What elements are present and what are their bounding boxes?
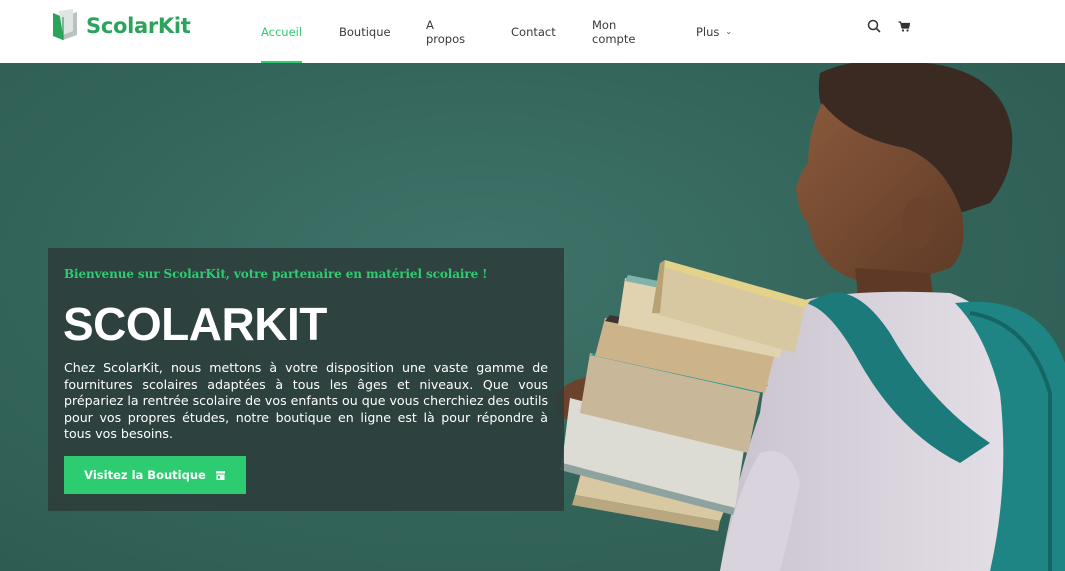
nav-item-plus[interactable]: Plus ⌄ — [696, 0, 732, 63]
brand-name: ScolarKit — [86, 13, 191, 38]
chevron-down-icon: ⌄ — [725, 27, 733, 36]
hero-title: SCOLARKIT — [63, 298, 327, 350]
hero-description: Chez ScolarKit, nous mettons à votre dis… — [64, 360, 548, 442]
nav-label: A propos — [426, 17, 466, 46]
nav-label: Contact — [511, 24, 556, 39]
nav-item-a-propos[interactable]: A propos — [426, 0, 465, 63]
nav-item-mon-compte[interactable]: Mon compte — [592, 0, 635, 63]
book-logo-icon — [53, 9, 77, 40]
nav-label: Boutique — [339, 24, 391, 39]
hero-section: Bienvenue sur ScolarKit, votre partenair… — [0, 63, 1065, 571]
nav-label: Accueil — [261, 24, 303, 39]
search-icon[interactable] — [866, 18, 882, 34]
site-header: ScolarKit Accueil Boutique A propos Cont… — [0, 0, 1065, 63]
nav-item-boutique[interactable]: Boutique — [339, 0, 391, 63]
visit-shop-button[interactable]: Visitez la Boutique — [64, 456, 246, 494]
cart-icon[interactable] — [896, 18, 912, 34]
brand-logo[interactable]: ScolarKit — [50, 9, 191, 42]
nav-label: Plus — [696, 24, 720, 39]
nav-item-accueil[interactable]: Accueil — [261, 0, 303, 63]
cta-label: Visitez la Boutique — [84, 468, 206, 482]
nav-item-contact[interactable]: Contact — [511, 0, 556, 63]
hero-card: Bienvenue sur ScolarKit, votre partenair… — [48, 248, 564, 511]
nav-label: Mon compte — [592, 17, 636, 46]
hero-kicker: Bienvenue sur ScolarKit, votre partenair… — [64, 267, 488, 281]
store-icon — [215, 470, 225, 480]
